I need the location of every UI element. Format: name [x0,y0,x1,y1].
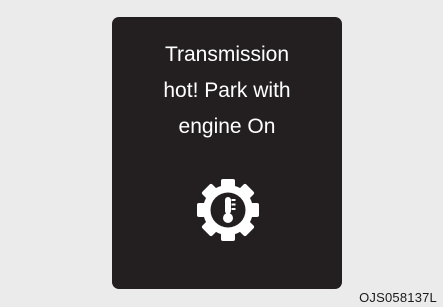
warning-message-line-1: Transmission [164,43,290,66]
transmission-temperature-warning-icon [197,179,259,241]
warning-message-line-2: hot! Park with [163,79,291,102]
cluster-display: Transmission hot! Park with engine On [112,17,342,289]
warning-message: Transmission hot! Park with engine On [112,37,342,145]
warning-message-line-3: engine On [178,115,276,138]
image-code-label: OJS058137L [359,290,437,305]
